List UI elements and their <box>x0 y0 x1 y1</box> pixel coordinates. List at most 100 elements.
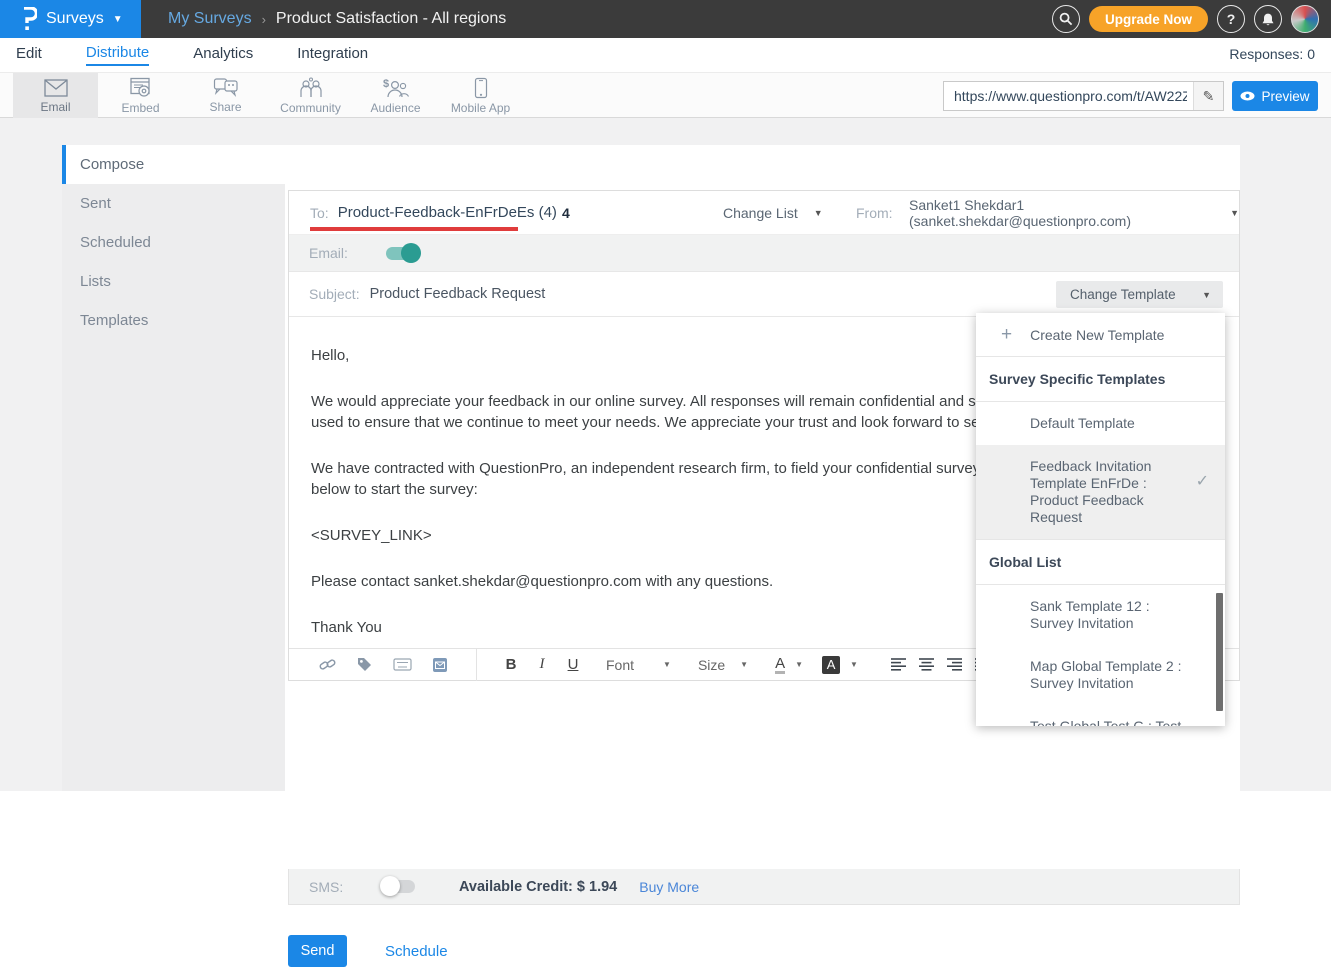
tab-edit[interactable]: Edit <box>16 45 42 65</box>
question-mark-icon: ? <box>1227 11 1236 27</box>
survey-url-input[interactable] <box>944 88 1193 104</box>
align-left-button[interactable] <box>891 658 906 671</box>
from-label: From: <box>856 205 893 221</box>
sidebar-item-templates[interactable]: Templates <box>62 301 285 340</box>
search-icon <box>1059 12 1073 26</box>
channel-email[interactable]: Email <box>13 73 98 118</box>
upgrade-now-button[interactable]: Upgrade Now <box>1089 6 1208 32</box>
channel-email-label: Email <box>40 100 70 114</box>
mobile-app-icon <box>474 77 488 99</box>
font-family-select[interactable]: Font ▼ <box>606 657 671 673</box>
font-size-select[interactable]: Size ▼ <box>698 657 748 673</box>
chevron-down-icon[interactable]: ▼ <box>795 660 803 669</box>
create-new-template-item[interactable]: + Create New Template <box>976 313 1225 357</box>
change-template-label: Change Template <box>1070 287 1176 302</box>
sidebar-item-scheduled[interactable]: Scheduled <box>62 223 285 262</box>
italic-button[interactable]: I <box>530 656 554 673</box>
send-button[interactable]: Send <box>288 935 347 967</box>
channel-community[interactable]: Community <box>268 73 353 118</box>
channel-share-label: Share <box>209 100 241 114</box>
menu-scrollbar[interactable] <box>1216 593 1223 711</box>
tab-integration[interactable]: Integration <box>297 45 368 65</box>
responses-count: Responses: 0 <box>1229 46 1315 62</box>
global-list-header: Global List <box>976 540 1225 585</box>
align-right-button[interactable] <box>947 658 962 671</box>
chevron-down-icon: ▼ <box>113 14 123 25</box>
share-icon <box>213 77 239 98</box>
test-email-button[interactable] <box>432 657 448 673</box>
insert-link-button[interactable] <box>319 656 336 673</box>
channel-audience-label: Audience <box>370 101 420 115</box>
change-list-label: Change List <box>723 205 798 221</box>
subject-value[interactable]: Product Feedback Request <box>370 286 546 302</box>
channel-embed[interactable]: Embed <box>98 73 183 118</box>
sms-toggle[interactable] <box>382 880 415 893</box>
source-code-button[interactable] <box>393 658 412 671</box>
tab-distribute[interactable]: Distribute <box>86 44 149 66</box>
eye-icon <box>1240 91 1255 101</box>
align-center-button[interactable] <box>919 658 934 671</box>
change-template-button[interactable]: Change Template ▼ <box>1056 281 1223 308</box>
size-select-label: Size <box>698 657 725 673</box>
embed-icon <box>129 77 153 99</box>
sidebar-item-lists[interactable]: Lists <box>62 262 285 301</box>
template-item-feedback-invitation[interactable]: Feedback Invitation Template EnFrDe : Pr… <box>976 445 1225 540</box>
pencil-icon: ✎ <box>1203 88 1215 105</box>
merge-tag-button[interactable] <box>356 656 373 673</box>
preview-button[interactable]: Preview <box>1232 81 1318 111</box>
product-switcher[interactable]: Surveys ▼ <box>0 0 141 38</box>
insert-tools-group <box>289 649 477 681</box>
channel-mobile-app[interactable]: Mobile App <box>438 73 523 118</box>
channel-share[interactable]: Share <box>183 73 268 118</box>
channel-mobile-app-label: Mobile App <box>451 101 510 115</box>
sms-row: SMS: Available Credit: $ 1.94 Buy More <box>288 869 1240 905</box>
preview-label: Preview <box>1261 89 1309 104</box>
chevron-down-icon: ▼ <box>740 660 748 669</box>
create-new-template-label: Create New Template <box>1030 327 1164 343</box>
template-item-default[interactable]: Default Template <box>976 402 1225 445</box>
tag-icon <box>356 656 373 673</box>
help-button[interactable]: ? <box>1217 5 1245 33</box>
survey-nav-tabs: Edit Distribute Analytics Integration <box>16 38 368 72</box>
user-avatar[interactable] <box>1291 5 1319 33</box>
survey-url-field-group: ✎ <box>943 81 1224 111</box>
buy-more-link[interactable]: Buy More <box>639 879 699 895</box>
highlight-color-button[interactable]: A <box>822 656 840 674</box>
bold-button[interactable]: B <box>499 656 523 673</box>
notifications-button[interactable] <box>1254 5 1282 33</box>
channel-community-label: Community <box>280 101 341 115</box>
align-right-icon <box>947 658 962 671</box>
tab-analytics[interactable]: Analytics <box>193 45 253 65</box>
global-templates-scroll-area: Sank Template 12 : Survey Invitation Map… <box>976 585 1225 726</box>
breadcrumb: My Surveys › Product Satisfaction - All … <box>168 0 506 38</box>
template-item-test-global[interactable]: Test Global Test G : Test BAA G <box>976 705 1225 726</box>
to-recipient-count: 4 <box>562 205 570 221</box>
search-button[interactable] <box>1052 5 1080 33</box>
breadcrumb-my-surveys[interactable]: My Surveys <box>168 10 252 28</box>
underline-button[interactable]: U <box>561 656 585 673</box>
template-item-sank[interactable]: Sank Template 12 : Survey Invitation <box>976 585 1225 645</box>
to-row: To: Product-Feedback-EnFrDeEs (4) 4 Chan… <box>289 191 1239 235</box>
keyboard-icon <box>393 658 412 671</box>
format-tools-group: B I U Font ▼ Size ▼ A ▼ A <box>477 656 1019 674</box>
sidebar-item-sent[interactable]: Sent <box>62 184 285 223</box>
to-list-name[interactable]: Product-Feedback-EnFrDeEs (4) <box>338 204 557 221</box>
chevron-down-icon[interactable]: ▼ <box>850 660 858 669</box>
change-template-menu: + Create New Template Survey Specific Te… <box>976 313 1225 726</box>
checkmark-icon: ✓ <box>1196 473 1209 490</box>
questionpro-logo-icon <box>20 7 37 31</box>
community-icon <box>298 77 324 99</box>
template-item-map-global[interactable]: Map Global Template 2 : Survey Invitatio… <box>976 645 1225 705</box>
schedule-link[interactable]: Schedule <box>385 943 448 960</box>
align-center-icon <box>919 658 934 671</box>
change-list-dropdown[interactable]: Change List ▼ <box>723 205 823 221</box>
channel-audience[interactable]: $ Audience <box>353 73 438 118</box>
email-toggle-row: Email: <box>289 235 1239 272</box>
chevron-down-icon: ▼ <box>814 208 823 218</box>
text-color-button[interactable]: A <box>775 656 785 674</box>
email-toggle[interactable] <box>386 247 419 260</box>
from-sender-dropdown[interactable]: Sanket1 Shekdar1 (sanket.shekdar@questio… <box>909 197 1239 229</box>
edit-url-button[interactable]: ✎ <box>1193 82 1223 110</box>
font-select-label: Font <box>606 657 634 673</box>
sidebar-item-compose[interactable]: Compose <box>62 145 285 184</box>
